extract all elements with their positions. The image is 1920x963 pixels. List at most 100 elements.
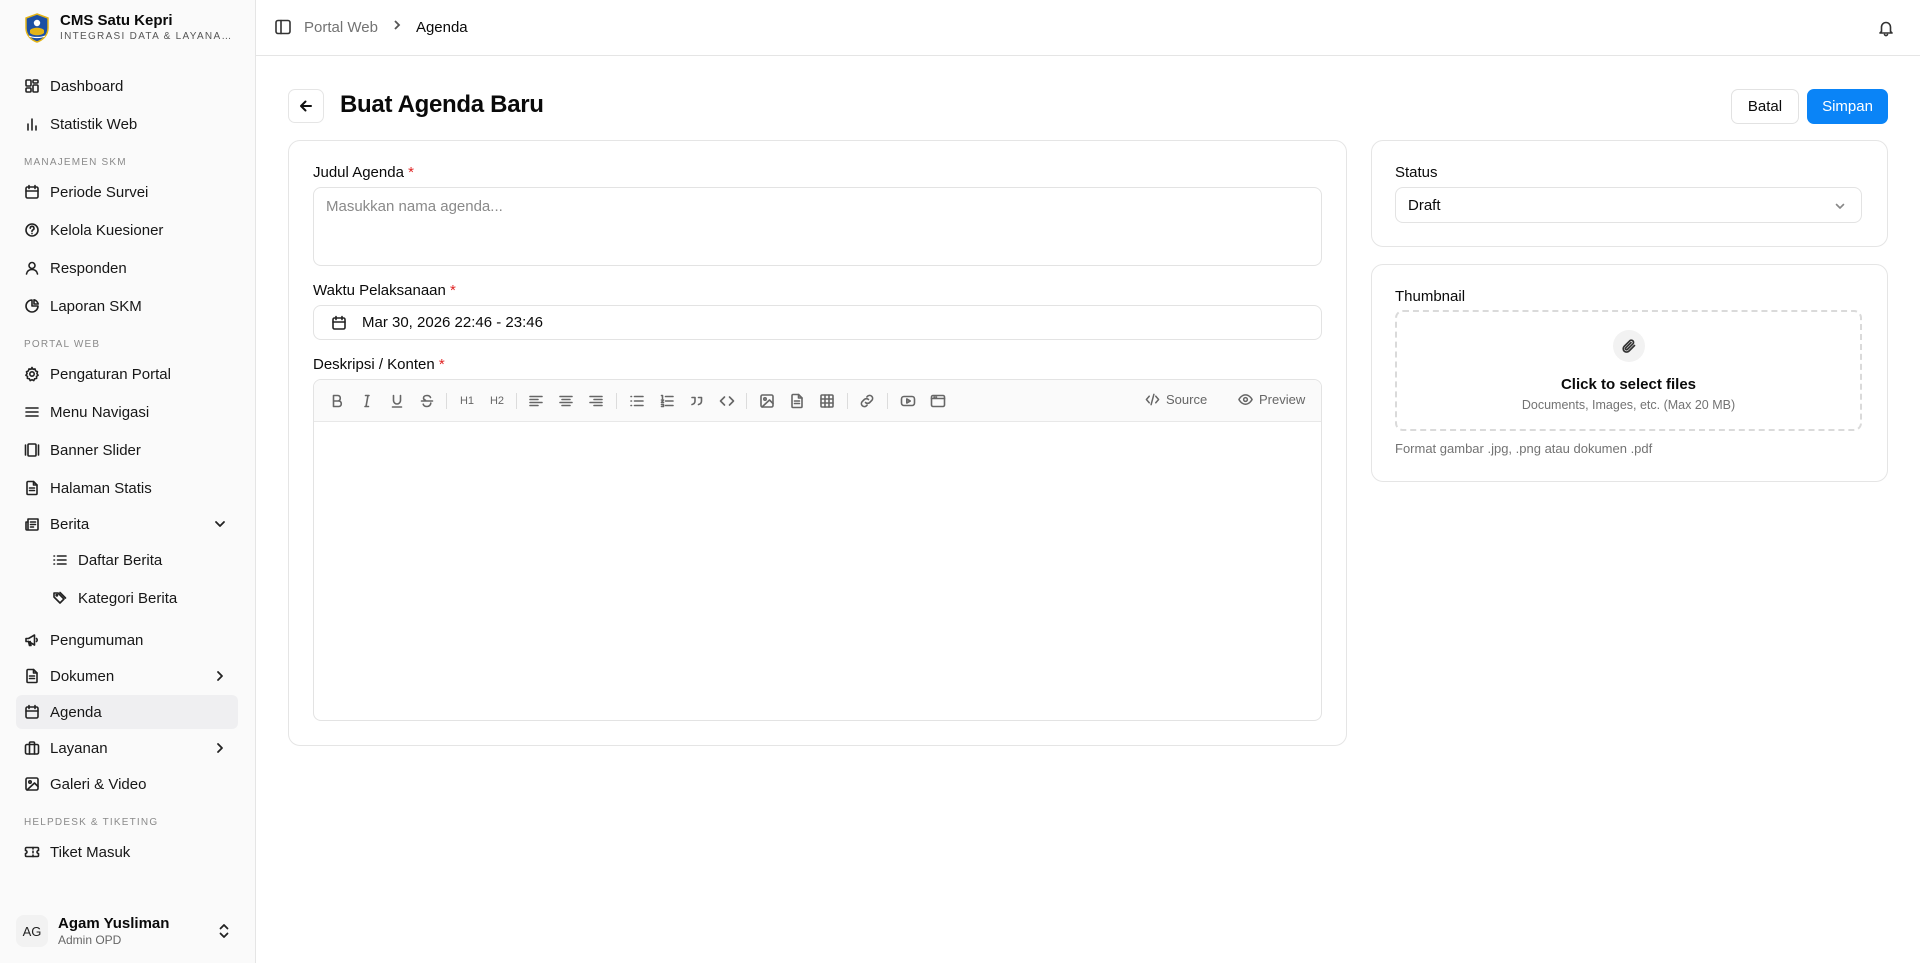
sidebar-item-label: Dashboard (50, 77, 124, 95)
agenda-title-input[interactable] (313, 187, 1322, 266)
source-button[interactable]: Source (1145, 392, 1207, 407)
menu-icon (24, 404, 40, 420)
sidebar-item-label: Tiket Masuk (50, 843, 131, 861)
date-range-picker[interactable]: Mar 30, 2026 22:46 - 23:46 (313, 305, 1322, 340)
sidebar-item-responden[interactable]: Responden (16, 251, 238, 285)
bar-chart-icon (24, 116, 40, 132)
image-icon (24, 776, 40, 792)
underline-icon[interactable] (388, 392, 406, 410)
user-menu[interactable]: AG Agam Yusliman Admin OPD (16, 910, 238, 952)
sidebar-item-dashboard[interactable]: Dashboard (16, 69, 238, 103)
image-icon[interactable] (758, 392, 776, 410)
source-label: Source (1166, 392, 1208, 407)
sidebar-item-label: Kategori Berita (78, 589, 178, 607)
preview-button[interactable]: Preview (1238, 392, 1305, 407)
quote-icon[interactable] (688, 392, 706, 410)
heading-2-icon[interactable]: H2 (487, 392, 507, 410)
province-logo-icon (25, 12, 49, 43)
sidebar-item-banner-slider[interactable]: Banner Slider (16, 433, 238, 467)
breadcrumb-portal-web[interactable]: Portal Web (304, 19, 378, 36)
status-select[interactable]: Draft (1395, 187, 1862, 223)
newspaper-icon (24, 516, 40, 532)
rich-text-editor: H1 H2 Source Preview (313, 379, 1322, 721)
sidebar-item-label: Pengumuman (50, 631, 144, 649)
sidebar-toggle-icon[interactable] (274, 18, 292, 36)
link-icon[interactable] (858, 392, 876, 410)
sidebar-item-laporan-skm[interactable]: Laporan SKM (16, 289, 238, 323)
sidebar-item-kelola-kuesioner[interactable]: Kelola Kuesioner (16, 213, 238, 247)
table-icon[interactable] (818, 392, 836, 410)
cancel-button[interactable]: Batal (1731, 89, 1799, 124)
file-icon[interactable] (788, 392, 806, 410)
avatar: AG (16, 915, 48, 947)
description-label-text: Deskripsi / Konten (313, 356, 435, 373)
sidebar-item-pengaturan-portal[interactable]: Pengaturan Portal (16, 357, 238, 391)
sidebar: CMS Satu Kepri INTEGRASI DATA & LAYANAN … (0, 0, 256, 963)
bullet-list-icon[interactable] (628, 392, 646, 410)
file-dropzone[interactable]: Click to select files Documents, Images,… (1395, 310, 1862, 431)
gear-icon (24, 366, 40, 382)
dashboard-icon (24, 78, 40, 94)
sidebar-item-kategori-berita[interactable]: Kategori Berita (44, 581, 238, 615)
required-mark: * (438, 356, 445, 373)
list-icon (52, 552, 68, 568)
sidebar-item-tiket-masuk[interactable]: Tiket Masuk (16, 835, 238, 869)
heading-1-icon[interactable]: H1 (457, 392, 477, 410)
user-name: Agam Yusliman (58, 915, 170, 932)
brand[interactable]: CMS Satu Kepri INTEGRASI DATA & LAYANAN … (24, 12, 239, 43)
sidebar-item-halaman-statis[interactable]: Halaman Statis (16, 471, 238, 505)
youtube-icon[interactable] (899, 392, 917, 410)
sidebar-item-agenda[interactable]: Agenda (16, 695, 238, 729)
sidebar-item-layanan[interactable]: Layanan (16, 731, 238, 765)
chevron-down-icon (1833, 199, 1847, 213)
title-label-text: Judul Agenda (313, 164, 404, 181)
italic-icon[interactable] (358, 392, 376, 410)
brand-title: CMS Satu Kepri (60, 12, 173, 29)
back-button[interactable] (288, 89, 324, 123)
status-selected-value: Draft (1408, 196, 1441, 214)
briefcase-icon (24, 740, 40, 756)
sidebar-item-label: Dokumen (50, 667, 115, 685)
code-icon[interactable] (718, 392, 736, 410)
required-mark: * (408, 164, 414, 181)
editor-content-area[interactable] (314, 422, 1321, 720)
toolbar-divider (887, 393, 888, 409)
section-label-helpdesk: HELPDESK & TIKETING (24, 817, 159, 828)
sidebar-item-menu-navigasi[interactable]: Menu Navigasi (16, 395, 238, 429)
align-left-icon[interactable] (527, 392, 545, 410)
sidebar-item-label: Layanan (50, 739, 108, 757)
sidebar-item-galeri-video[interactable]: Galeri & Video (16, 767, 238, 801)
save-button[interactable]: Simpan (1807, 89, 1888, 124)
numbered-list-icon[interactable] (658, 392, 676, 410)
arrow-left-icon (300, 100, 312, 112)
toolbar-divider (446, 393, 447, 409)
chevron-right-icon (390, 18, 404, 36)
sidebar-item-daftar-berita[interactable]: Daftar Berita (44, 543, 238, 577)
breadcrumb-agenda: Agenda (415, 18, 468, 36)
toolbar-divider (746, 393, 747, 409)
dropzone-subtitle: Documents, Images, etc. (Max 20 MB) (1521, 398, 1736, 412)
bell-icon[interactable] (1877, 19, 1895, 37)
sidebar-item-berita[interactable]: Berita (16, 507, 238, 541)
align-center-icon[interactable] (557, 392, 575, 410)
ticket-icon (24, 844, 40, 860)
toolbar-divider (847, 393, 848, 409)
align-right-icon[interactable] (587, 392, 605, 410)
sidebar-item-label: Halaman Statis (50, 479, 152, 497)
user-icon (24, 260, 40, 276)
pie-chart-icon (24, 298, 40, 314)
sidebar-item-label: Daftar Berita (78, 551, 163, 569)
format-hint: Format gambar .jpg, .png atau dokumen .p… (1395, 441, 1653, 456)
strikethrough-icon[interactable] (418, 392, 436, 410)
sidebar-item-label: Agenda (50, 703, 102, 721)
embed-icon[interactable] (929, 392, 947, 410)
sidebar-item-pengumuman[interactable]: Pengumuman (16, 623, 238, 657)
bold-icon[interactable] (328, 392, 346, 410)
sidebar-item-statistik-web[interactable]: Statistik Web (16, 107, 238, 141)
code-xml-icon (1145, 393, 1160, 406)
sidebar-item-periode-survei[interactable]: Periode Survei (16, 175, 238, 209)
sidebar-item-label: Berita (50, 515, 90, 533)
sidebar-item-dokumen[interactable]: Dokumen (16, 659, 238, 693)
calendar-icon (24, 704, 40, 720)
required-mark: * (450, 282, 456, 299)
